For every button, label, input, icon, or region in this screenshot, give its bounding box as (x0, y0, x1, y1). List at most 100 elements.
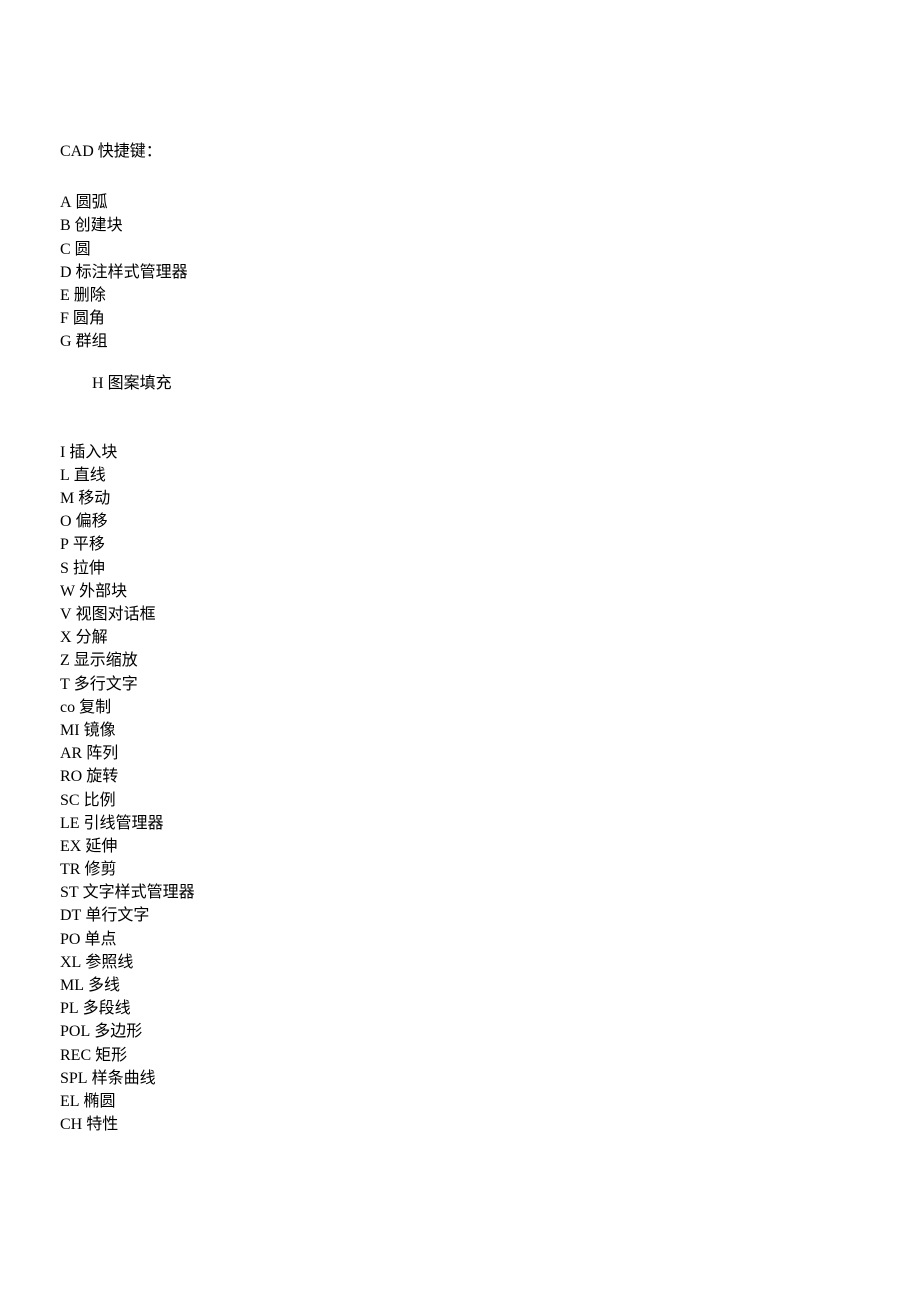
shortcut-line: PL 多段线 (60, 997, 860, 1020)
shortcut-key: MI (60, 719, 80, 742)
shortcut-key: B (60, 214, 71, 237)
shortcut-line: Z 显示缩放 (60, 649, 860, 672)
shortcut-line: LE 引线管理器 (60, 812, 860, 835)
shortcut-desc: 圆弧 (72, 194, 108, 211)
shortcut-line: POL 多边形 (60, 1020, 860, 1043)
shortcut-desc: 偏移 (72, 513, 108, 530)
shortcut-key: O (60, 510, 72, 533)
shortcut-line: XL 参照线 (60, 951, 860, 974)
shortcut-line: S 拉伸 (60, 557, 860, 580)
shortcut-line: O 偏移 (60, 510, 860, 533)
shortcut-line: ML 多线 (60, 974, 860, 997)
shortcut-key: H (92, 372, 104, 395)
shortcut-desc: 复制 (75, 699, 111, 716)
shortcut-line: MI 镜像 (60, 719, 860, 742)
shortcut-desc: 矩形 (91, 1047, 127, 1064)
shortcut-line: I 插入块 (60, 441, 860, 464)
shortcut-line: TR 修剪 (60, 858, 860, 881)
shortcut-line: CH 特性 (60, 1113, 860, 1136)
shortcut-key: SC (60, 789, 80, 812)
shortcut-line: B 创建块 (60, 214, 860, 237)
shortcut-indented: H 图案填充 (60, 372, 860, 395)
shortcut-desc: 图案填充 (108, 375, 172, 392)
shortcut-line: E 删除 (60, 284, 860, 307)
shortcut-key: PO (60, 928, 80, 951)
shortcut-desc: 参照线 (81, 954, 133, 971)
shortcut-line: G 群组 (60, 330, 860, 353)
shortcut-desc: 样条曲线 (88, 1070, 156, 1087)
shortcut-desc: 文字样式管理器 (79, 884, 195, 901)
shortcut-line: P 平移 (60, 533, 860, 556)
shortcut-desc: 创建块 (71, 217, 123, 234)
shortcut-line: D 标注样式管理器 (60, 261, 860, 284)
shortcut-line: A 圆弧 (60, 191, 860, 214)
shortcut-desc: 直线 (70, 467, 106, 484)
document-title: CAD 快捷键： (60, 140, 860, 163)
shortcut-desc: 比例 (80, 792, 116, 809)
shortcut-desc: 移动 (74, 490, 110, 507)
shortcut-line: C 圆 (60, 238, 860, 261)
shortcut-key: E (60, 284, 70, 307)
shortcut-key: T (60, 673, 70, 696)
shortcut-key: ML (60, 974, 84, 997)
shortcut-desc: 拉伸 (69, 560, 105, 577)
shortcut-key: EX (60, 835, 81, 858)
shortcut-key: F (60, 307, 69, 330)
shortcut-desc: 标注样式管理器 (72, 264, 188, 281)
shortcut-key: W (60, 580, 75, 603)
shortcut-desc: 延伸 (81, 838, 117, 855)
shortcut-desc: 删除 (70, 287, 106, 304)
shortcut-key: P (60, 533, 69, 556)
shortcut-key: co (60, 696, 75, 719)
shortcut-desc: 插入块 (65, 444, 117, 461)
shortcut-key: XL (60, 951, 81, 974)
shortcut-key: LE (60, 812, 80, 835)
shortcut-line: SPL 样条曲线 (60, 1067, 860, 1090)
shortcut-key: AR (60, 742, 82, 765)
shortcut-desc: 分解 (72, 629, 108, 646)
shortcut-key: V (60, 603, 72, 626)
shortcut-key: A (60, 191, 72, 214)
shortcut-key: M (60, 487, 74, 510)
shortcut-key: ST (60, 881, 79, 904)
shortcut-key: S (60, 557, 69, 580)
shortcut-key: REC (60, 1044, 91, 1067)
shortcut-desc: 修剪 (80, 861, 116, 878)
shortcut-key: EL (60, 1090, 80, 1113)
shortcut-desc: 圆角 (69, 310, 105, 327)
shortcut-line: co 复制 (60, 696, 860, 719)
shortcut-desc: 镜像 (80, 722, 116, 739)
shortcut-key: G (60, 330, 72, 353)
shortcut-line: DT 单行文字 (60, 904, 860, 927)
shortcut-line: AR 阵列 (60, 742, 860, 765)
shortcut-desc: 多段线 (79, 1000, 131, 1017)
shortcut-line: SC 比例 (60, 789, 860, 812)
shortcut-desc: 多线 (84, 977, 120, 994)
shortcut-key: RO (60, 765, 82, 788)
shortcut-line: X 分解 (60, 626, 860, 649)
shortcut-desc: 多边形 (90, 1023, 142, 1040)
shortcut-desc: 单行文字 (81, 907, 149, 924)
shortcut-desc: 圆 (71, 241, 91, 258)
shortcut-key: X (60, 626, 72, 649)
shortcut-line: EL 椭圆 (60, 1090, 860, 1113)
shortcut-desc: 单点 (80, 931, 116, 948)
shortcut-line: T 多行文字 (60, 673, 860, 696)
shortcut-line: REC 矩形 (60, 1044, 860, 1067)
shortcut-line: ST 文字样式管理器 (60, 881, 860, 904)
shortcut-desc: 特性 (82, 1116, 118, 1133)
shortcut-desc: 外部块 (75, 583, 127, 600)
shortcut-key: TR (60, 858, 80, 881)
shortcut-desc: 多行文字 (70, 676, 138, 693)
shortcut-desc: 阵列 (82, 745, 118, 762)
shortcut-desc: 群组 (72, 333, 108, 350)
shortcut-line: EX 延伸 (60, 835, 860, 858)
shortcut-line: M 移动 (60, 487, 860, 510)
shortcut-key: SPL (60, 1067, 88, 1090)
shortcut-line: RO 旋转 (60, 765, 860, 788)
shortcut-desc: 椭圆 (80, 1093, 116, 1110)
shortcut-desc: 平移 (69, 536, 105, 553)
shortcut-key: Z (60, 649, 70, 672)
shortcut-key: L (60, 464, 70, 487)
shortcut-group-1: A 圆弧B 创建块C 圆D 标注样式管理器E 删除F 圆角G 群组 (60, 191, 860, 353)
